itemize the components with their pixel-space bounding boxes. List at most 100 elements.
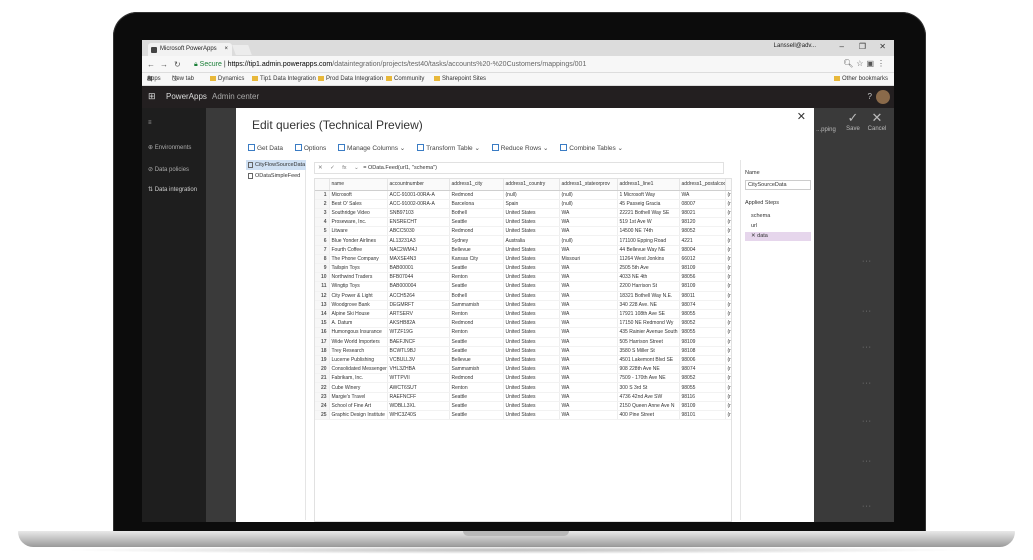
- table-cell[interactable]: 98052: [679, 373, 726, 384]
- table-cell[interactable]: Seattle: [449, 217, 504, 228]
- table-cell[interactable]: Redmond: [449, 373, 504, 384]
- table-cell[interactable]: (r: [725, 226, 731, 237]
- reload-icon[interactable]: ↻: [174, 60, 181, 69]
- table-cell[interactable]: Sammamish: [449, 364, 504, 375]
- table-cell[interactable]: Lucerne Publishing: [329, 355, 388, 366]
- table-cell[interactable]: Bellevue: [449, 355, 504, 366]
- table-cell[interactable]: (r: [725, 337, 731, 347]
- table-cell[interactable]: United States: [503, 392, 560, 402]
- table-cell[interactable]: Renton: [449, 327, 504, 338]
- column-header[interactable]: address1_country: [503, 179, 560, 191]
- table-cell[interactable]: 98055: [679, 309, 726, 320]
- table-cell[interactable]: Redmond: [449, 226, 504, 237]
- table-cell[interactable]: United States: [503, 364, 560, 375]
- table-cell[interactable]: WA: [559, 327, 618, 338]
- table-cell[interactable]: United States: [503, 291, 560, 301]
- table-cell[interactable]: 22221 Bothell Way SE: [617, 208, 680, 219]
- table-cell[interactable]: WA: [559, 373, 618, 384]
- table-cell[interactable]: (r: [725, 318, 731, 329]
- table-cell[interactable]: United States: [503, 263, 560, 274]
- table-cell[interactable]: Renton: [449, 272, 504, 283]
- table-row[interactable]: 23 Margie's Travel RAEFNCFF Seattle United S…: [315, 392, 731, 402]
- table-cell[interactable]: Tailspin Toys: [329, 263, 388, 274]
- table-cell[interactable]: (r: [725, 217, 731, 228]
- table-cell[interactable]: Seattle: [449, 263, 504, 274]
- table-cell[interactable]: (r: [725, 199, 731, 209]
- row-more-icon[interactable]: ···: [862, 418, 872, 425]
- bookmark-tip1[interactable]: Tip1 Data Integration: [252, 73, 316, 86]
- nav-item-data-policies[interactable]: ⊘ Data policies: [148, 166, 189, 173]
- table-cell[interactable]: (null): [503, 190, 560, 200]
- table-cell[interactable]: WA: [559, 410, 618, 421]
- table-cell[interactable]: 98109: [679, 401, 726, 412]
- table-row[interactable]: 5 Litware ABCC5030 Redmond United States WA 14…: [315, 226, 731, 237]
- table-row[interactable]: 19 Lucerne Publishing VCBULL3V Bellevue Unit…: [315, 355, 731, 366]
- table-row[interactable]: 22 Cube Winery AWCT6SUT Renton United States…: [315, 382, 731, 393]
- table-cell[interactable]: Trey Research: [329, 346, 388, 356]
- table-cell[interactable]: United States: [503, 245, 560, 255]
- bookmark-community[interactable]: Community: [386, 73, 424, 86]
- table-cell[interactable]: AKSHB82A: [387, 318, 450, 329]
- table-cell[interactable]: BAEFJNCF: [387, 337, 450, 347]
- combine-tables-button[interactable]: Combine Tables ⌄: [560, 144, 628, 152]
- table-cell[interactable]: United States: [503, 226, 560, 237]
- table-cell[interactable]: WA: [559, 281, 618, 292]
- table-cell[interactable]: 66012: [679, 254, 726, 265]
- table-cell[interactable]: Spain: [503, 199, 560, 209]
- table-cell[interactable]: WA: [559, 309, 618, 320]
- table-cell[interactable]: Seattle: [449, 281, 504, 292]
- table-cell[interactable]: ARTSERV: [387, 309, 450, 320]
- table-cell[interactable]: BFB07044: [387, 272, 450, 283]
- table-cell[interactable]: Missouri: [559, 254, 618, 265]
- table-cell[interactable]: WA: [559, 355, 618, 366]
- table-cell[interactable]: 14500 NE 74th: [617, 226, 680, 237]
- table-cell[interactable]: WA: [559, 401, 618, 412]
- table-cell[interactable]: 4736 42nd Ave SW: [617, 392, 680, 402]
- table-cell[interactable]: 98021: [679, 208, 726, 219]
- mapping-button[interactable]: ...pping: [814, 116, 838, 133]
- maximize-button[interactable]: ❐: [859, 42, 866, 51]
- table-cell[interactable]: (r: [725, 291, 731, 301]
- table-cell[interactable]: ACC-91002-00RA-A: [387, 199, 450, 209]
- table-cell[interactable]: 98006: [679, 355, 726, 366]
- table-cell[interactable]: WA: [559, 337, 618, 347]
- table-cell[interactable]: WA: [559, 272, 618, 283]
- table-cell[interactable]: (r: [725, 327, 731, 338]
- table-cell[interactable]: (r: [725, 364, 731, 375]
- column-header[interactable]: address1_city: [449, 179, 504, 191]
- table-cell[interactable]: 4221: [679, 235, 726, 246]
- table-row[interactable]: 2 Best O' Sales ACC-91002-00RA-A Barcelona S…: [315, 199, 731, 209]
- nav-item-environments[interactable]: ⊕ Environments: [148, 144, 191, 151]
- save-button[interactable]: ✓ Save: [842, 110, 864, 132]
- table-cell[interactable]: 3580 S Miller St: [617, 346, 680, 356]
- table-cell[interactable]: Redmond: [449, 190, 504, 200]
- table-cell[interactable]: Cube Winery: [329, 382, 388, 393]
- table-cell[interactable]: Redmond: [449, 318, 504, 329]
- table-cell[interactable]: (r: [725, 355, 731, 366]
- table-row[interactable]: 14 Alpine Ski House ARTSERV Renton United St…: [315, 309, 731, 320]
- row-more-icon[interactable]: ···: [862, 308, 872, 315]
- table-cell[interactable]: RAEFNCFF: [387, 392, 450, 402]
- table-cell[interactable]: United States: [503, 300, 560, 310]
- row-more-icon[interactable]: ···: [862, 458, 872, 465]
- table-cell[interactable]: Australia: [503, 235, 560, 246]
- table-cell[interactable]: United States: [503, 410, 560, 421]
- table-row[interactable]: 3 Southridge Video SNB97103 Bothell United S…: [315, 208, 731, 219]
- table-cell[interactable]: Seattle: [449, 410, 504, 421]
- table-cell[interactable]: Renton: [449, 309, 504, 320]
- extension-icons[interactable]: 🔍︎☆▣⋮: [843, 59, 888, 68]
- table-cell[interactable]: (r: [725, 401, 731, 412]
- table-cell[interactable]: 98052: [679, 318, 726, 329]
- table-cell[interactable]: (r: [725, 208, 731, 219]
- table-cell[interactable]: (r: [725, 245, 731, 255]
- table-cell[interactable]: 45 Passeig Gracia: [617, 199, 680, 209]
- table-cell[interactable]: Fabrikam, Inc.: [329, 373, 388, 384]
- table-cell[interactable]: Fourth Coffee: [329, 245, 388, 255]
- table-cell[interactable]: ABCC5030: [387, 226, 450, 237]
- table-row[interactable]: 20 Consolidated Messenger VHL3ZHBA Sammamis…: [315, 364, 731, 375]
- table-cell[interactable]: 98109: [679, 263, 726, 274]
- table-cell[interactable]: United States: [503, 355, 560, 366]
- table-cell[interactable]: (r: [725, 346, 731, 356]
- table-cell[interactable]: Best O' Sales: [329, 199, 388, 209]
- table-cell[interactable]: (r: [725, 235, 731, 246]
